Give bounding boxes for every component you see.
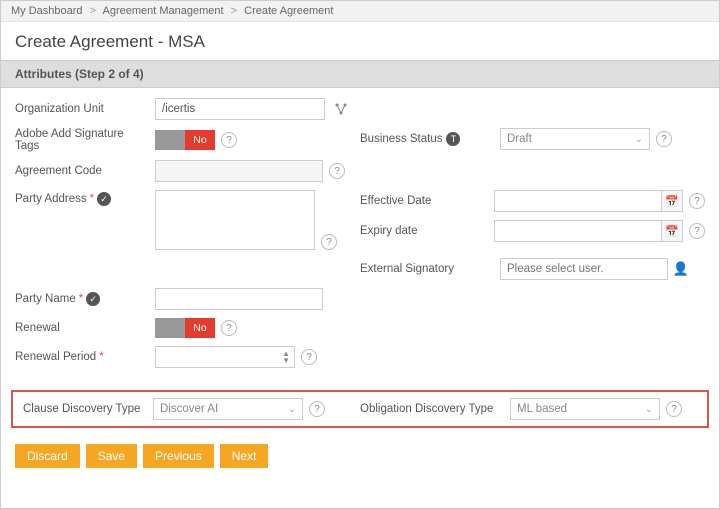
info-icon[interactable]: T: [446, 132, 460, 146]
label-renewal-period: Renewal Period *: [15, 351, 155, 363]
check-icon: ✓: [97, 192, 111, 206]
previous-button[interactable]: Previous: [143, 444, 214, 468]
help-icon[interactable]: ?: [666, 401, 682, 417]
discard-button[interactable]: Discard: [15, 444, 80, 468]
help-icon[interactable]: ?: [656, 131, 672, 147]
label-expiry-date: Expiry date: [360, 225, 494, 237]
party-name-input[interactable]: [155, 288, 323, 310]
agreement-code-input[interactable]: [155, 160, 323, 182]
renewal-period-stepper[interactable]: ▲▼: [155, 346, 295, 368]
crumb-create-agreement: Create Agreement: [244, 5, 333, 17]
help-icon[interactable]: ?: [301, 349, 317, 365]
business-status-dropdown[interactable]: Draft ⌄: [500, 128, 650, 150]
action-button-row: Discard Save Previous Next: [1, 438, 719, 474]
help-icon[interactable]: ?: [221, 320, 237, 336]
breadcrumb: My Dashboard > Agreement Management > Cr…: [1, 1, 719, 22]
label-business-status: Business Status T: [360, 132, 500, 146]
party-address-textarea[interactable]: [155, 190, 315, 250]
renewal-toggle-label: No: [185, 318, 215, 338]
help-icon[interactable]: ?: [309, 401, 325, 417]
stepper-arrows-icon[interactable]: ▲▼: [282, 350, 290, 364]
effective-date-input[interactable]: [494, 190, 662, 212]
label-agreement-code: Agreement Code: [15, 165, 155, 177]
label-party-address: Party Address * ✓: [15, 190, 155, 206]
save-button[interactable]: Save: [86, 444, 137, 468]
help-icon[interactable]: ?: [689, 193, 705, 209]
clause-discovery-dropdown[interactable]: Discover AI ⌄: [153, 398, 303, 420]
chevron-down-icon: ⌄: [635, 134, 643, 145]
label-obligation-discovery: Obligation Discovery Type: [360, 403, 510, 415]
crumb-dashboard[interactable]: My Dashboard: [11, 5, 83, 17]
chevron-down-icon: ⌄: [645, 404, 653, 415]
label-external-signatory: External Signatory: [360, 263, 500, 275]
help-icon[interactable]: ?: [329, 163, 345, 179]
calendar-icon[interactable]: 📅: [662, 220, 683, 242]
check-icon: ✓: [86, 292, 100, 306]
external-signatory-input[interactable]: [500, 258, 668, 280]
label-clause-discovery: Clause Discovery Type: [23, 403, 153, 415]
label-renewal: Renewal: [15, 322, 155, 334]
calendar-icon[interactable]: 📅: [662, 190, 683, 212]
section-attributes-header: Attributes (Step 2 of 4): [1, 60, 719, 88]
label-effective-date: Effective Date: [360, 195, 494, 207]
adobe-tags-toggle-label: No: [185, 130, 215, 150]
adobe-tags-toggle[interactable]: No: [155, 130, 215, 150]
help-icon[interactable]: ?: [689, 223, 705, 239]
expiry-date-input[interactable]: [494, 220, 662, 242]
org-unit-input[interactable]: [155, 98, 325, 120]
help-icon[interactable]: ?: [321, 234, 337, 250]
next-button[interactable]: Next: [220, 444, 269, 468]
obligation-discovery-dropdown[interactable]: ML based ⌄: [510, 398, 660, 420]
user-icon[interactable]: 👤: [672, 258, 690, 280]
label-org-unit: Organization Unit: [15, 103, 155, 115]
crumb-agreement-mgmt[interactable]: Agreement Management: [103, 5, 224, 17]
org-unit-picker-icon[interactable]: [331, 99, 351, 119]
discovery-section-highlight: Clause Discovery Type Discover AI ⌄ ? Ob…: [11, 390, 709, 428]
label-party-name: Party Name * ✓: [15, 292, 155, 306]
page-title: Create Agreement - MSA: [1, 22, 719, 60]
chevron-down-icon: ⌄: [288, 404, 296, 415]
label-adobe-tags: Adobe Add Signature Tags: [15, 128, 155, 152]
renewal-toggle[interactable]: No: [155, 318, 215, 338]
help-icon[interactable]: ?: [221, 132, 237, 148]
